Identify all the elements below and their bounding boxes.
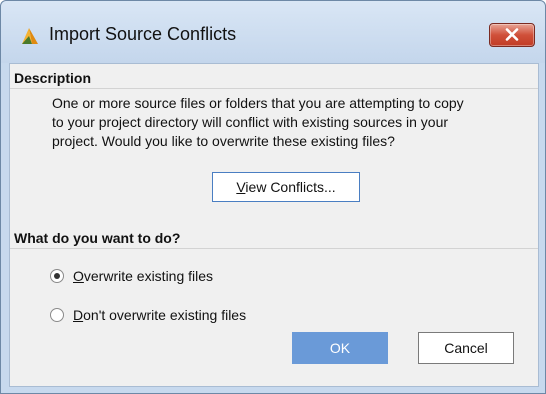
dont-overwrite-label-text: on't overwrite existing files — [83, 307, 247, 323]
description-separator — [10, 88, 538, 89]
choice-heading: What do you want to do? — [14, 230, 181, 246]
description-text: One or more source files or folders that… — [52, 94, 522, 151]
choice-separator — [10, 248, 538, 249]
dont-overwrite-mnemonic: D — [73, 307, 84, 323]
dont-overwrite-label[interactable]: Don't overwrite existing files — [73, 307, 246, 323]
overwrite-radio[interactable] — [50, 269, 64, 283]
window-title: Import Source Conflicts — [49, 24, 237, 44]
vivado-logo-icon — [21, 27, 39, 45]
cancel-button[interactable]: Cancel — [418, 332, 514, 364]
close-button[interactable] — [489, 23, 535, 47]
ok-button[interactable]: OK — [292, 332, 388, 364]
description-line: to your project directory will conflict … — [52, 114, 449, 130]
title-bar: Import Source Conflicts — [1, 1, 545, 63]
view-conflicts-button[interactable]: View Conflicts... — [212, 172, 360, 202]
close-icon — [505, 28, 519, 41]
dialog-content: Description One or more source files or … — [9, 63, 539, 387]
overwrite-mnemonic: O — [73, 268, 84, 284]
overwrite-label-text: verwrite existing files — [83, 268, 214, 284]
radio-selected-dot — [54, 273, 60, 279]
description-heading: Description — [14, 70, 92, 86]
description-line: project. Would you like to overwrite the… — [52, 133, 395, 149]
view-conflicts-label: iew Conflicts... — [245, 179, 336, 195]
dont-overwrite-radio[interactable] — [50, 308, 64, 322]
overwrite-label[interactable]: Overwrite existing files — [73, 268, 213, 284]
import-source-conflicts-dialog: Import Source Conflicts Description One … — [0, 0, 546, 394]
description-line: One or more source files or folders that… — [52, 95, 464, 111]
